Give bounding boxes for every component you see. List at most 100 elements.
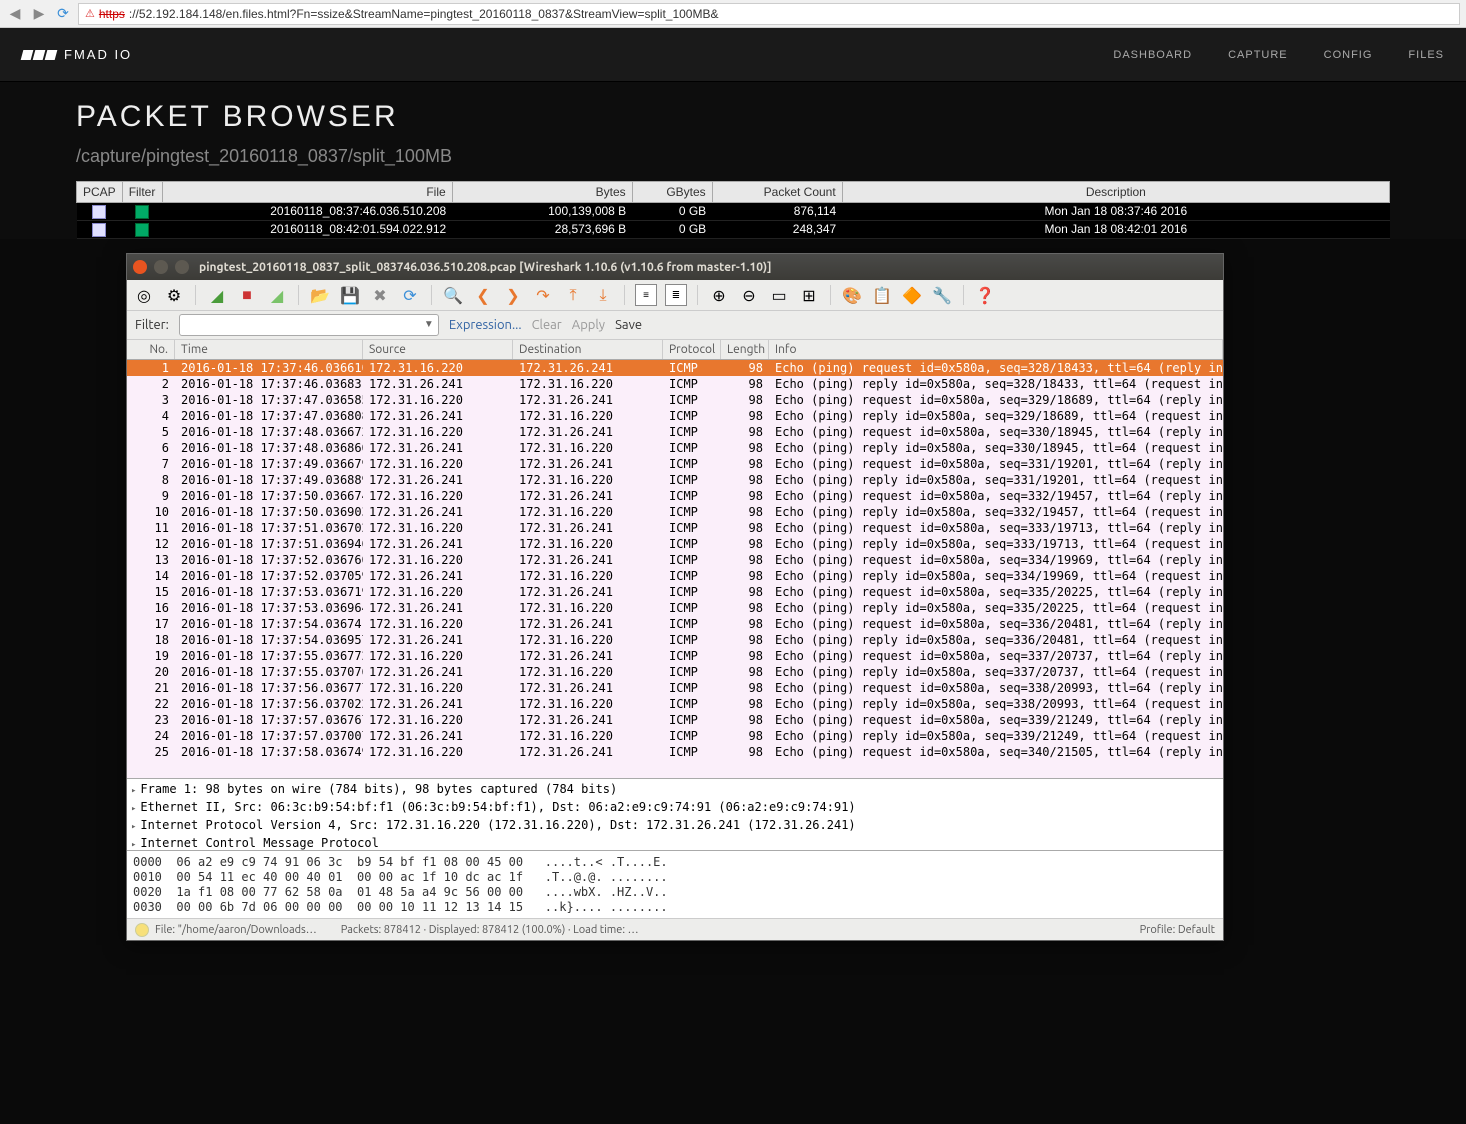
next-icon[interactable]: ❯ <box>502 284 524 306</box>
th-count[interactable]: Packet Count <box>712 182 842 203</box>
back-button[interactable]: ◀ <box>6 5 24 23</box>
packet-row[interactable]: 22016-01-18 17:37:46.0368316172.31.26.24… <box>127 376 1223 392</box>
filter-icon[interactable] <box>135 223 149 237</box>
reload-file-icon[interactable]: ⟳ <box>399 284 421 306</box>
expression-link[interactable]: Expression... <box>449 318 522 332</box>
th-filter[interactable]: Filter <box>122 182 162 203</box>
packet-row[interactable]: 52016-01-18 17:37:48.0366726172.31.16.22… <box>127 424 1223 440</box>
packet-row[interactable]: 132016-01-18 17:37:52.0367607172.31.16.2… <box>127 552 1223 568</box>
nav-dashboard[interactable]: DASHBOARD <box>1113 49 1192 61</box>
stop-capture-icon[interactable]: ■ <box>236 284 258 306</box>
file-row[interactable]: 20160118_08:42:01.594.022.912 28,573,696… <box>77 220 1390 238</box>
breadcrumb: /capture/pingtest_20160118_0837/split_10… <box>76 146 1390 167</box>
packet-row[interactable]: 152016-01-18 17:37:53.0367192172.31.16.2… <box>127 584 1223 600</box>
capture-filters-icon[interactable]: 🎨 <box>841 284 863 306</box>
colorize-icon[interactable]: ≡ <box>635 284 657 306</box>
th-file[interactable]: File <box>162 182 452 203</box>
packet-row[interactable]: 72016-01-18 17:37:49.0366797172.31.16.22… <box>127 456 1223 472</box>
packet-row[interactable]: 42016-01-18 17:37:47.0368089172.31.26.24… <box>127 408 1223 424</box>
prefs-icon[interactable]: 🔧 <box>931 284 953 306</box>
col-source[interactable]: Source <box>363 340 513 359</box>
close-button[interactable] <box>133 260 147 274</box>
clear-link[interactable]: Clear <box>532 318 562 332</box>
pcap-icon[interactable] <box>92 223 106 237</box>
display-filters-icon[interactable]: 📋 <box>871 284 893 306</box>
th-gbytes[interactable]: GBytes <box>632 182 712 203</box>
reload-button[interactable]: ⟳ <box>54 5 72 23</box>
col-length[interactable]: Length <box>721 340 769 359</box>
goto-icon[interactable]: ↷ <box>532 284 554 306</box>
url-bar[interactable]: ⚠ https ://52.192.184.148/en.files.html?… <box>78 3 1460 25</box>
col-time[interactable]: Time <box>175 340 363 359</box>
detail-row[interactable]: Frame 1: 98 bytes on wire (784 bits), 98… <box>131 781 1219 799</box>
close-file-icon[interactable]: ✖ <box>369 284 391 306</box>
url-scheme: https <box>99 7 125 21</box>
titlebar[interactable]: pingtest_20160118_0837_split_083746.036.… <box>127 254 1223 280</box>
nav-files[interactable]: FILES <box>1408 49 1444 61</box>
packet-row[interactable]: 82016-01-18 17:37:49.0368898172.31.26.24… <box>127 472 1223 488</box>
maximize-button[interactable] <box>175 260 189 274</box>
packet-row[interactable]: 192016-01-18 17:37:55.0367726172.31.16.2… <box>127 648 1223 664</box>
filter-icon[interactable] <box>135 205 149 219</box>
filter-input[interactable]: ▼ <box>179 314 439 336</box>
detail-row[interactable]: Ethernet II, Src: 06:3c:b9:54:bf:f1 (06:… <box>131 799 1219 817</box>
last-icon[interactable]: ⤓ <box>592 284 614 306</box>
packet-row[interactable]: 122016-01-18 17:37:51.0369469172.31.26.2… <box>127 536 1223 552</box>
find-icon[interactable]: 🔍 <box>442 284 464 306</box>
options-icon[interactable]: ⚙ <box>163 284 185 306</box>
interfaces-icon[interactable]: ◎ <box>133 284 155 306</box>
packet-row[interactable]: 92016-01-18 17:37:50.0366747172.31.16.22… <box>127 488 1223 504</box>
packet-bytes-pane[interactable]: 0000 06 a2 e9 c9 74 91 06 3c b9 54 bf f1… <box>127 850 1223 918</box>
packet-row[interactable]: 62016-01-18 17:37:48.0368606172.31.26.24… <box>127 440 1223 456</box>
restart-capture-icon[interactable]: ◢ <box>266 284 288 306</box>
minimize-button[interactable] <box>154 260 168 274</box>
resize-cols-icon[interactable]: ⊞ <box>798 284 820 306</box>
col-no[interactable]: No. <box>127 340 175 359</box>
apply-link[interactable]: Apply <box>572 318 605 332</box>
autoscroll-icon[interactable]: ≣ <box>665 284 687 306</box>
col-info[interactable]: Info <box>769 340 1223 359</box>
packet-row[interactable]: 202016-01-18 17:37:55.0370769172.31.26.2… <box>127 664 1223 680</box>
save-icon[interactable]: 💾 <box>339 284 361 306</box>
packet-row[interactable]: 142016-01-18 17:37:52.0370594172.31.26.2… <box>127 568 1223 584</box>
packet-row[interactable]: 102016-01-18 17:37:50.0369038172.31.26.2… <box>127 504 1223 520</box>
zoom-in-icon[interactable]: ⊕ <box>708 284 730 306</box>
packet-row[interactable]: 212016-01-18 17:37:56.0367774172.31.16.2… <box>127 680 1223 696</box>
detail-row[interactable]: Internet Control Message Protocol <box>131 835 1219 850</box>
packet-row[interactable]: 172016-01-18 17:37:54.0367413172.31.16.2… <box>127 616 1223 632</box>
col-protocol[interactable]: Protocol <box>663 340 721 359</box>
start-capture-icon[interactable]: ◢ <box>206 284 228 306</box>
th-pcap[interactable]: PCAP <box>77 182 123 203</box>
logo[interactable]: FMAD IO <box>22 47 132 62</box>
th-bytes[interactable]: Bytes <box>452 182 632 203</box>
pcap-icon[interactable] <box>92 205 106 219</box>
help-icon[interactable]: ❓ <box>974 284 996 306</box>
nav-capture[interactable]: CAPTURE <box>1228 49 1288 61</box>
packet-row[interactable]: 182016-01-18 17:37:54.0369579172.31.26.2… <box>127 632 1223 648</box>
packet-row[interactable]: 12016-01-18 17:37:46.0366102172.31.16.22… <box>127 360 1223 376</box>
packet-row[interactable]: 32016-01-18 17:37:47.0365858172.31.16.22… <box>127 392 1223 408</box>
nav-config[interactable]: CONFIG <box>1324 49 1373 61</box>
forward-button[interactable]: ▶ <box>30 5 48 23</box>
packet-details-pane[interactable]: Frame 1: 98 bytes on wire (784 bits), 98… <box>127 778 1223 850</box>
packet-row[interactable]: 112016-01-18 17:37:51.0367027172.31.16.2… <box>127 520 1223 536</box>
packet-row[interactable]: 242016-01-18 17:37:57.0370079172.31.26.2… <box>127 728 1223 744</box>
col-destination[interactable]: Destination <box>513 340 663 359</box>
packet-row[interactable]: 232016-01-18 17:37:57.0367678172.31.16.2… <box>127 712 1223 728</box>
zoom-fit-icon[interactable]: ▭ <box>768 284 790 306</box>
first-icon[interactable]: ⤒ <box>562 284 584 306</box>
zoom-out-icon[interactable]: ⊖ <box>738 284 760 306</box>
open-icon[interactable]: 📂 <box>309 284 331 306</box>
th-desc[interactable]: Description <box>842 182 1389 203</box>
status-profile[interactable]: Profile: Default <box>1140 924 1215 936</box>
filter-dropdown-icon[interactable]: ▼ <box>424 318 434 330</box>
packet-row[interactable]: 162016-01-18 17:37:53.0369648172.31.26.2… <box>127 600 1223 616</box>
prev-icon[interactable]: ❮ <box>472 284 494 306</box>
save-link[interactable]: Save <box>615 318 642 332</box>
packet-row[interactable]: 222016-01-18 17:37:56.0370228172.31.26.2… <box>127 696 1223 712</box>
coloring-rules-icon[interactable]: 🔶 <box>901 284 923 306</box>
packet-list[interactable]: 12016-01-18 17:37:46.0366102172.31.16.22… <box>127 360 1223 778</box>
file-row[interactable]: 20160118_08:37:46.036.510.208 100,139,00… <box>77 203 1390 221</box>
detail-row[interactable]: Internet Protocol Version 4, Src: 172.31… <box>131 817 1219 835</box>
packet-row[interactable]: 252016-01-18 17:37:58.0367496172.31.16.2… <box>127 744 1223 760</box>
